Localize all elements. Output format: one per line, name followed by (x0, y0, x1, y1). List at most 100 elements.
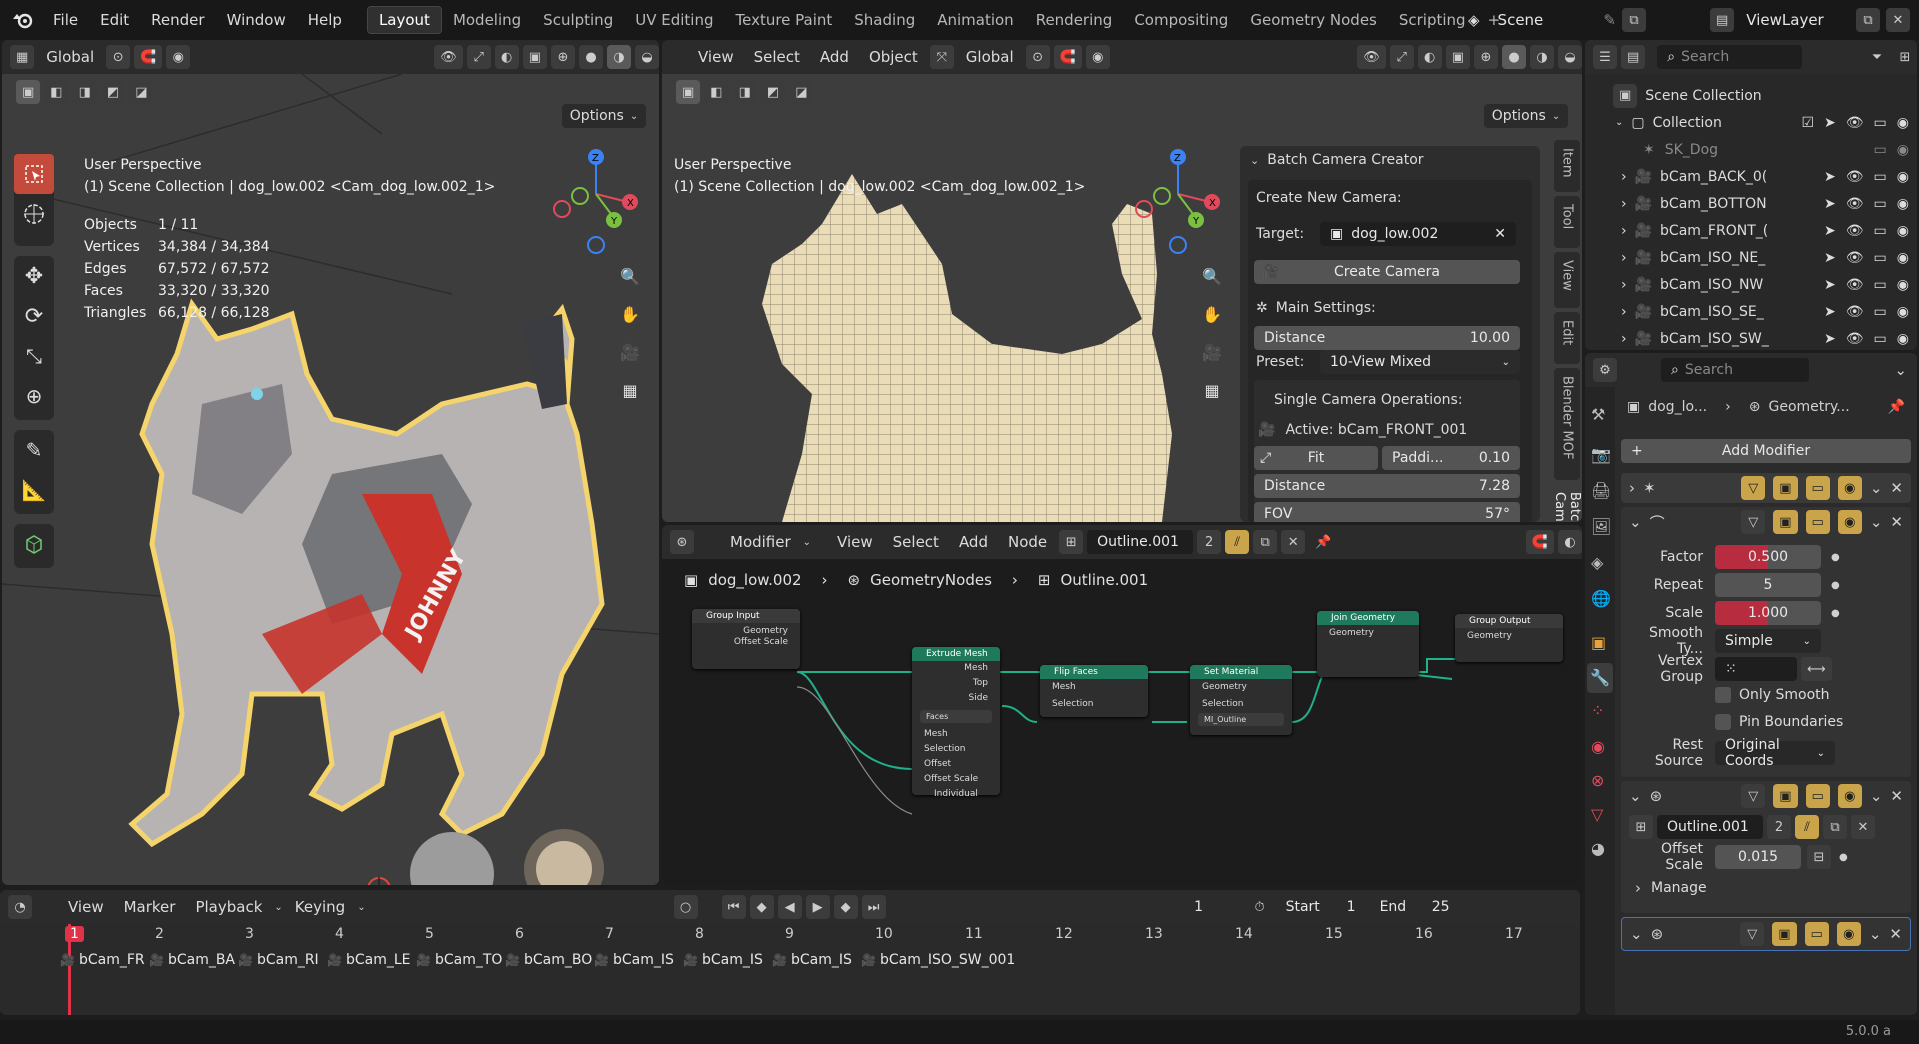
camera-marker[interactable]: 🎥 bCam_BA (149, 952, 235, 968)
options-dropdown[interactable]: Options ⌄ (1484, 104, 1568, 128)
frame-tick[interactable]: 12 (1055, 926, 1073, 942)
material-tab-icon[interactable]: ◕ (1591, 839, 1605, 858)
pin-icon[interactable]: 📌 (1309, 530, 1337, 554)
collapse-chevron-icon[interactable]: ⌄ (1250, 154, 1259, 167)
overlay-icon[interactable]: ◐ (1558, 530, 1582, 554)
orientation-dropdown[interactable]: Global (958, 48, 1022, 66)
camera-marker[interactable]: 🎥 bCam_IS (772, 952, 852, 968)
unlink-icon[interactable]: ✕ (1851, 815, 1875, 839)
add-modifier-button[interactable]: + Add Modifier (1621, 439, 1911, 463)
eye-icon[interactable]: 👁 (1846, 304, 1864, 320)
edit-mode-icon[interactable]: ▽ (1741, 510, 1766, 534)
menu-window[interactable]: Window (216, 11, 297, 29)
fov-field[interactable]: FOV 57° (1254, 502, 1520, 522)
auto-key-icon[interactable]: ○ (673, 895, 698, 919)
frame-tick[interactable]: 13 (1145, 926, 1163, 942)
pivot-icon[interactable]: ⊙ (1025, 45, 1050, 69)
tab-compositing[interactable]: Compositing (1123, 7, 1239, 33)
chevron-down-icon[interactable]: ⌄ (1630, 925, 1643, 943)
eye-icon[interactable]: 👁 (1846, 115, 1864, 131)
chevron-down-icon[interactable]: ⌄ (1629, 513, 1642, 531)
timeline[interactable]: ◔ View Marker Playback ⌄ Keying ⌄ ○ ⏮ ◆ … (0, 890, 1580, 1015)
pivot-icon[interactable]: ⊙ (106, 45, 131, 69)
view-layer-selector[interactable]: ▤ ViewLayer ⧉ ✕ (1710, 8, 1910, 32)
render-camera-icon[interactable]: ◉ (1897, 115, 1909, 131)
menu-add[interactable]: Add (951, 533, 996, 551)
nodegroup-icon[interactable]: ⊞ (1629, 815, 1653, 839)
select-intersect-icon[interactable]: ◪ (129, 80, 154, 104)
tab-animation[interactable]: Animation (926, 7, 1024, 33)
scale-tool-icon[interactable]: ⤡ (14, 336, 54, 376)
play-icon[interactable]: ▶ (805, 895, 830, 919)
select-subtract-icon[interactable]: ◩ (760, 80, 786, 104)
chevron-down-icon[interactable]: ⌄ (1870, 787, 1883, 805)
outliner-item-cam-back[interactable]: › 🎥 bCam_BACK_0( ➤ 👁 ▭ ◉ (1585, 163, 1917, 190)
view-layer-tab-icon[interactable]: 🖼 (1591, 517, 1611, 536)
exclude-checkbox[interactable]: ☑ (1801, 115, 1814, 131)
eye-icon[interactable]: 👁 (1846, 277, 1864, 293)
frame-tick[interactable]: 8 (695, 926, 704, 942)
factor-slider[interactable]: 0.500 (1715, 545, 1821, 569)
transform-tool-icon[interactable]: ⊕ (14, 376, 54, 416)
attribute-toggle-icon[interactable]: ⊟ (1807, 845, 1831, 869)
eye-icon[interactable]: 👁 (1846, 196, 1864, 212)
modifier-armature-header[interactable]: › ✶ ▽ ▣ ▭ ◉ ⌄ ✕ (1621, 473, 1911, 503)
frame-tick[interactable]: 11 (965, 926, 983, 942)
render-icon[interactable]: ◉ (1836, 922, 1861, 946)
render-camera-icon[interactable]: ◉ (1897, 196, 1909, 212)
xray-icon[interactable]: ▣ (1445, 45, 1470, 69)
tab-tool[interactable]: Tool (1554, 196, 1580, 248)
render-icon[interactable]: ◉ (1837, 510, 1862, 534)
render-camera-icon[interactable]: ◉ (1897, 277, 1909, 293)
menu-node[interactable]: Node (1000, 533, 1055, 551)
rest-source-dropdown[interactable]: Original Coords ⌄ (1715, 737, 1835, 769)
cursor-tool-icon[interactable] (14, 194, 54, 234)
select-extend-icon[interactable]: ◨ (732, 80, 757, 104)
tab-uv-editing[interactable]: UV Editing (624, 7, 724, 33)
viewport-left[interactable]: ▦ Global ⊙ 🧲 ◉ 👁 ⤢ ◐ ▣ ⊕ ● ◑ ◒ JOHNNY Us… (2, 40, 659, 885)
proportional-icon[interactable]: ◉ (1085, 45, 1110, 69)
invert-icon[interactable]: ⟷ (1801, 657, 1832, 681)
outliner-item-skdog[interactable]: ✶ SK_Dog ▭ ◉ (1585, 136, 1917, 163)
next-key-icon[interactable]: ◆ (833, 895, 858, 919)
frame-tick[interactable]: 16 (1415, 926, 1433, 942)
data-tab-icon[interactable]: ▽ (1591, 805, 1603, 824)
options-dropdown[interactable]: Options ⌄ (562, 104, 646, 128)
select-subtract-icon[interactable]: ◨ (72, 80, 97, 104)
frame-tick[interactable]: 7 (605, 926, 614, 942)
eye-icon[interactable]: 👁 (1846, 331, 1864, 347)
object-tab-icon[interactable]: ▣ (1591, 633, 1606, 652)
close-icon[interactable]: ✕ (1890, 479, 1903, 497)
menu-help[interactable]: Help (297, 11, 353, 29)
orientation-dropdown[interactable]: Global (38, 48, 102, 66)
user-count[interactable]: 2 (1767, 815, 1791, 839)
snap-icon[interactable]: 🧲 (1525, 530, 1554, 554)
monitor-icon[interactable]: ▭ (1874, 196, 1887, 212)
monitor-icon[interactable]: ▭ (1874, 223, 1887, 239)
frame-tick[interactable]: 6 (515, 926, 524, 942)
rotate-tool-icon[interactable]: ⟳ (14, 296, 54, 336)
user-count[interactable]: 2 (1197, 530, 1222, 554)
render-camera-icon[interactable]: ◉ (1897, 223, 1909, 239)
tab-edit[interactable]: Edit (1554, 312, 1580, 364)
camera-view-icon[interactable]: 🎥 (614, 336, 646, 368)
jump-end-icon[interactable]: ⏭ (861, 895, 886, 919)
tab-rendering[interactable]: Rendering (1025, 7, 1124, 33)
outliner-item-cam-iso-nw[interactable]: › 🎥 bCam_ISO_NW ➤ 👁 ▭ ◉ (1585, 271, 1917, 298)
keyframe-dot-icon[interactable]: ● (1831, 552, 1840, 563)
physics-tab-icon[interactable]: ◉ (1591, 737, 1605, 756)
editor-type-icon[interactable]: ▦ (10, 45, 35, 69)
camera-marker[interactable]: 🎥 bCam_FR (60, 952, 145, 968)
transform-orientation-icon[interactable]: ⤧ (929, 45, 954, 69)
only-smooth-checkbox[interactable] (1715, 687, 1731, 703)
viewport-left-canvas[interactable]: JOHNNY User Perspective (1) Scene Collec… (2, 74, 659, 885)
camera-marker[interactable]: 🎥 bCam_RI (238, 952, 319, 968)
tab-batch-cam[interactable]: Batch Cam (1552, 484, 1582, 522)
outliner-item-cam-iso-se[interactable]: › 🎥 bCam_ISO_SE_ ➤ 👁 ▭ ◉ (1585, 298, 1917, 325)
edit-mode-icon[interactable]: ▽ (1741, 476, 1766, 500)
render-camera-icon[interactable]: ◉ (1897, 142, 1909, 158)
current-frame-field[interactable]: 1 (1153, 895, 1244, 919)
outliner[interactable]: ☰ ▤ ⌕ Search ⏷ ⊞ ▣ Scene Collection ⌄ ▢ C… (1585, 40, 1917, 350)
frame-tick[interactable]: 2 (155, 926, 164, 942)
frame-tick[interactable]: 15 (1325, 926, 1343, 942)
